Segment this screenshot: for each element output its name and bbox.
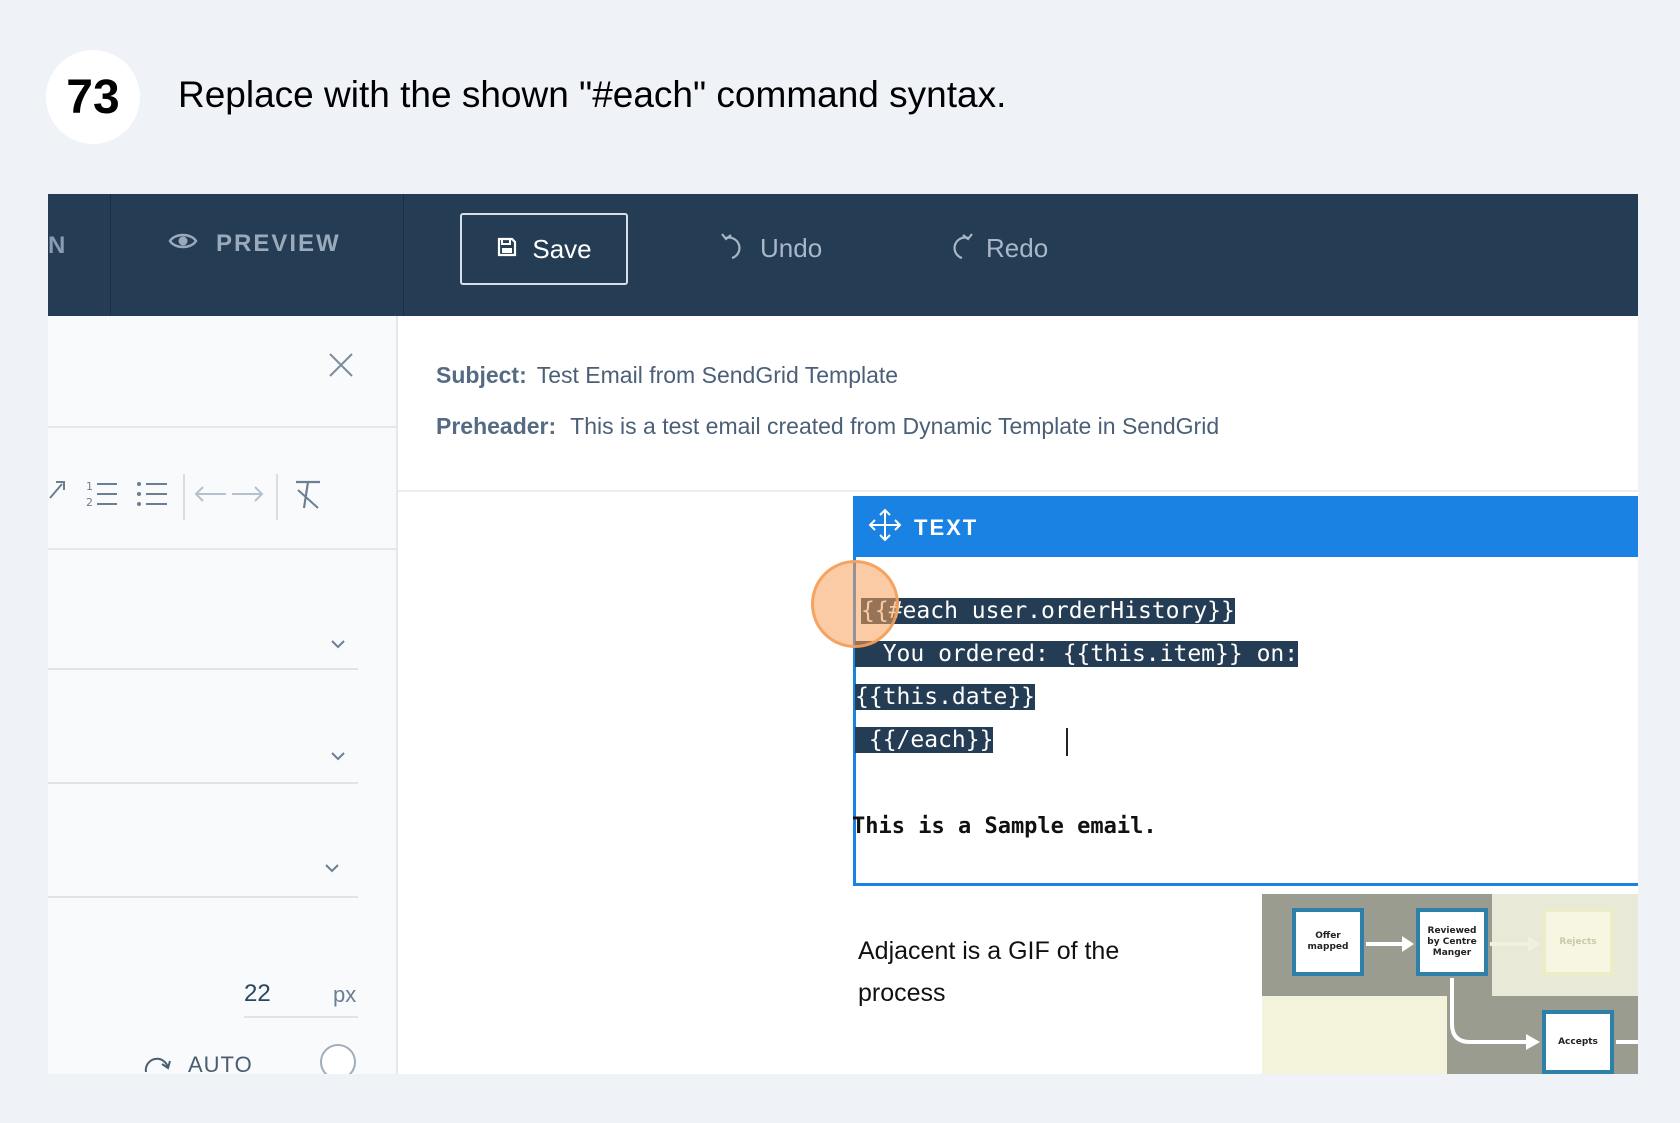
auto-option[interactable]: AUTO bbox=[142, 1050, 253, 1074]
subject-value: Test Email from SendGrid Template bbox=[536, 362, 899, 388]
selected-text: {{#each user.orderHistory}} bbox=[861, 598, 1235, 624]
toolbar-divider bbox=[183, 474, 185, 520]
code-line[interactable]: {{#each user.orderHistory}} bbox=[861, 596, 1235, 626]
save-button[interactable]: Save bbox=[460, 213, 628, 285]
size-unit: px bbox=[333, 982, 357, 1007]
screenshot-frame: N PREVIEW Save Undo Redo 1 2 22 px AUTO … bbox=[48, 194, 1638, 1074]
outdent-arrow-icon[interactable] bbox=[193, 484, 227, 509]
email-meta: Subject: Test Email from SendGrid Templat… bbox=[398, 316, 1638, 492]
redo-icon bbox=[946, 230, 974, 267]
code-line[interactable]: {{/each}} bbox=[855, 725, 994, 755]
selected-text: {{this.date}} bbox=[855, 684, 1036, 710]
eye-icon bbox=[168, 230, 198, 258]
toolbar-divider bbox=[276, 474, 278, 520]
redo-label: Redo bbox=[986, 233, 1049, 263]
indent-arrow-icon[interactable] bbox=[231, 484, 265, 509]
chevron-down-icon[interactable] bbox=[330, 748, 346, 766]
text-module-label: TEXT bbox=[914, 515, 979, 540]
redo-button[interactable]: Redo bbox=[946, 230, 1048, 267]
subject-label: Subject: bbox=[436, 362, 527, 388]
flow-arrows bbox=[1366, 936, 1638, 1050]
auto-toggle[interactable] bbox=[320, 1044, 356, 1074]
toolbar-divider bbox=[110, 194, 111, 316]
preheader-label: Preheader: bbox=[436, 413, 557, 439]
chevron-down-icon[interactable] bbox=[330, 636, 346, 654]
size-input-underline bbox=[244, 1016, 358, 1018]
process-gif-thumbnail: Offer mapped Reviewed by Centre Manger R… bbox=[1262, 894, 1638, 1074]
bullet-list-icon[interactable] bbox=[136, 478, 168, 515]
click-indicator bbox=[811, 560, 899, 648]
dropdown-underline bbox=[48, 782, 358, 784]
save-label: Save bbox=[532, 233, 592, 264]
undo-label: Undo bbox=[760, 233, 823, 263]
auto-label: AUTO bbox=[188, 1052, 253, 1074]
settings-panel: 1 2 22 px AUTO bbox=[48, 316, 398, 1074]
toolbar-divider bbox=[403, 194, 404, 316]
numbered-list-icon[interactable]: 1 2 bbox=[86, 478, 118, 515]
size-input[interactable]: 22 bbox=[244, 980, 271, 1008]
code-line[interactable]: {{this.date}} bbox=[855, 682, 1036, 712]
svg-text:1: 1 bbox=[86, 480, 93, 493]
design-tab-cut[interactable]: N bbox=[48, 232, 67, 260]
text-module-header[interactable]: TEXT bbox=[856, 499, 1638, 557]
dropdown-underline bbox=[48, 896, 358, 898]
selected-text: You ordered: {{this.item}} on: bbox=[855, 641, 1299, 667]
move-arrows-icon[interactable] bbox=[868, 508, 902, 548]
preview-tab[interactable]: PREVIEW bbox=[168, 230, 341, 258]
preheader-value: This is a test email created from Dynami… bbox=[570, 413, 1220, 439]
close-icon[interactable] bbox=[328, 352, 354, 383]
subject-line[interactable]: Subject: Test Email from SendGrid Templat… bbox=[436, 362, 898, 389]
undo-icon bbox=[720, 230, 748, 267]
gif-caption[interactable]: Adjacent is a GIF of the process bbox=[858, 930, 1188, 1014]
panel-divider bbox=[48, 548, 396, 550]
editor-toolbar: N PREVIEW Save Undo Redo bbox=[48, 194, 1638, 316]
panel-divider bbox=[48, 426, 396, 428]
text-cursor bbox=[1066, 728, 1068, 756]
floppy-disk-icon bbox=[496, 234, 518, 265]
svg-text:2: 2 bbox=[86, 496, 93, 509]
text-format-toolbar: 1 2 bbox=[48, 466, 396, 526]
step-instruction: Replace with the shown "#each" command s… bbox=[178, 74, 1007, 115]
link-icon[interactable] bbox=[48, 478, 68, 513]
preview-label: PREVIEW bbox=[216, 230, 341, 257]
refresh-icon bbox=[142, 1050, 172, 1074]
clear-formatting-icon[interactable] bbox=[292, 478, 324, 515]
tutorial-step-card: 73 Replace with the shown "#each" comman… bbox=[0, 0, 1680, 1123]
undo-button[interactable]: Undo bbox=[720, 230, 822, 267]
step-number-badge: 73 bbox=[46, 50, 140, 144]
code-line[interactable]: You ordered: {{this.item}} on: bbox=[855, 639, 1299, 669]
selected-text: {{/each}} bbox=[855, 727, 994, 753]
dropdown-underline bbox=[48, 668, 358, 670]
preheader-line[interactable]: Preheader: This is a test email created f… bbox=[436, 413, 1219, 440]
chevron-down-icon[interactable] bbox=[324, 860, 340, 878]
sample-email-text[interactable]: This is a Sample email. bbox=[852, 814, 1157, 839]
